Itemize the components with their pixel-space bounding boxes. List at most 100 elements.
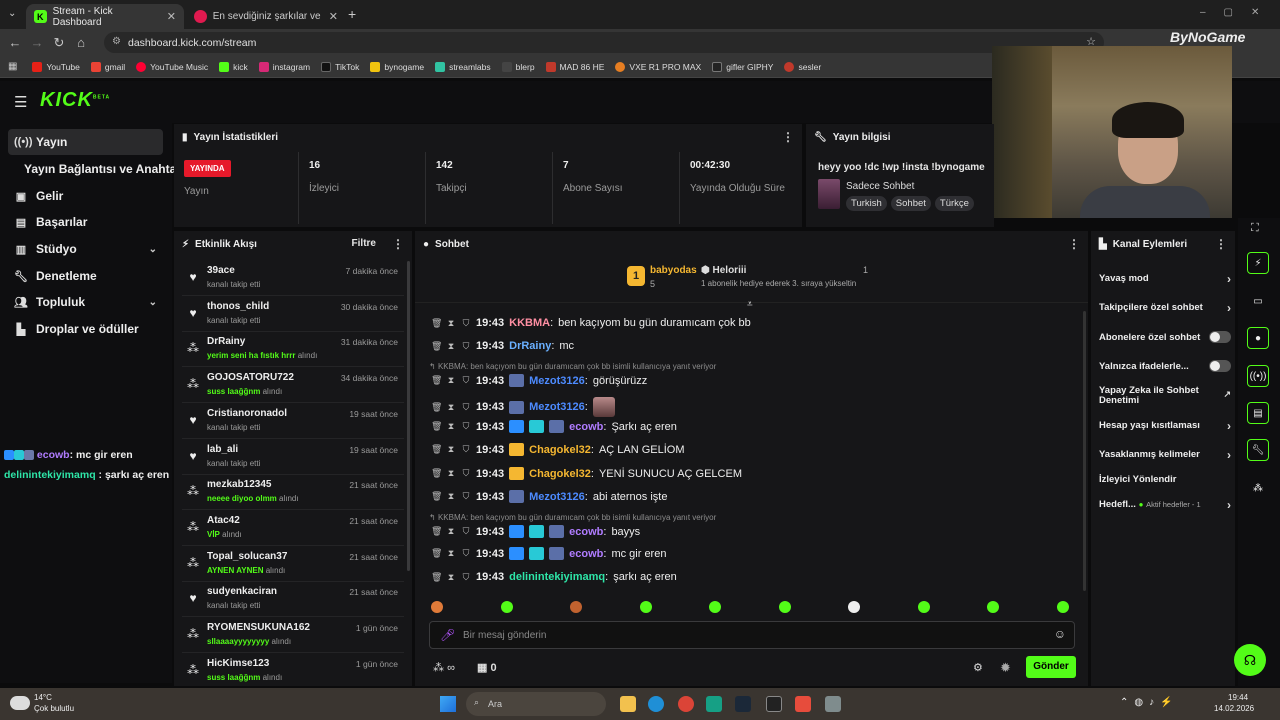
close-tab-icon[interactable]: ✕ [329,10,338,23]
activity-username[interactable]: HicKimse123 [207,658,269,669]
activity-item[interactable]: ⁂ RYOMENSUKUNA162 sllaaaayyyyyyyy alındı 1 … [182,618,404,653]
tag[interactable]: Türkçe [934,196,974,211]
home-icon[interactable]: ⌂ [70,35,92,50]
sidebar-item-achievements[interactable]: ▤ Başarılar [8,209,163,235]
app-icon[interactable] [825,696,841,712]
chat-username[interactable]: KKBMA [509,317,550,329]
ban-icon[interactable]: ⛉ [461,341,471,352]
reload-icon[interactable]: ↻ [48,35,70,51]
sidebar-item-drops[interactable]: ▙ Droplar ve ödüller [8,316,163,342]
emote-shortcut-icon[interactable] [431,601,443,613]
activity-username[interactable]: lab_ali [207,444,238,455]
action-account-age[interactable]: Hesap yaşı kısıtlaması › [1099,419,1231,433]
chat-message[interactable]: 🗑︎ ⧗ ⛉ 19:43 DrRainy: mc [431,340,574,352]
ban-icon[interactable]: ⛉ [461,491,471,502]
timeout-icon[interactable]: ⧗ [446,491,456,502]
quick-action-studio-icon[interactable]: ▤ [1247,402,1269,424]
bookmark-tiktok[interactable]: TikTok [321,61,359,72]
timeout-icon[interactable]: ⧗ [446,572,456,583]
scrollbar[interactable] [407,261,410,571]
activity-item[interactable]: ♥ Cristianoronadol kanalı takip etti 19 saa… [182,404,404,439]
quick-action-points-icon[interactable]: ⁂ [1247,477,1269,499]
forward-icon[interactable]: → [26,35,48,50]
ban-icon[interactable]: ⛉ [461,402,471,413]
timeout-icon[interactable]: ⧗ [446,444,456,455]
delete-icon[interactable]: 🗑︎ [431,572,442,583]
leader-user-2[interactable]: ⬢ Heloriii [701,265,746,276]
store-icon[interactable] [706,696,722,712]
activity-item[interactable]: ♥ thonos_child kanalı takip etti 30 dakika … [182,297,404,332]
delete-icon[interactable]: 🗑︎ [431,444,442,455]
delete-icon[interactable]: 🗑︎ [431,421,442,432]
chat-username[interactable]: ecowb [569,526,603,538]
menu-hamburger-icon[interactable]: ☰ [14,93,27,111]
new-tab-button[interactable]: + [348,6,356,22]
send-button[interactable]: Gönder [1026,656,1076,678]
chat-message[interactable]: 🗑︎ ⧗ ⛉ 19:43 ecowb: mc gir eren [431,547,666,560]
chat-username[interactable]: Mezot3126 [529,375,585,387]
timeout-icon[interactable]: ⧗ [446,468,456,479]
activity-item[interactable]: ♥ 39ace kanalı takip etti 7 dakika önce [182,261,404,296]
channel-points[interactable]: ⁂ ∞ [433,661,455,674]
close-tab-icon[interactable]: ✕ [167,10,176,23]
timeout-icon[interactable]: ⧗ [446,421,456,432]
activity-username[interactable]: 39ace [207,265,235,276]
tab-search-icon[interactable]: ⌄ [8,8,16,19]
delete-icon[interactable]: 🗑︎ [431,318,442,329]
emote-shortcut-icon[interactable] [709,601,721,613]
timeout-icon[interactable]: ⧗ [446,526,456,537]
chat-input-box[interactable]: 🎤︎ Bir mesaj gönderin ☺ [429,621,1075,649]
sidebar-item-community[interactable]: 👥︎ Topluluk ⌄ [8,289,163,315]
chat-username[interactable]: Chagokel32 [529,468,591,480]
action-followers-only[interactable]: Takipçilere özel sohbet › [1099,301,1231,315]
ban-icon[interactable]: ⛉ [461,421,471,432]
emote-shortcut-icon[interactable] [1056,601,1069,613]
microphone-icon[interactable]: 🎤︎ [440,628,455,642]
chat-message[interactable]: 🗑︎ ⧗ ⛉ 19:43 Mezot3126: görüşürüzz [431,374,647,387]
chat-message[interactable]: 🗑︎ ⧗ ⛉ 19:43 Chagokel32: YENİ SUNUCU AÇ GELCE… [431,467,742,480]
activity-username[interactable]: Topal_solucan37 [207,551,287,562]
weather-desc[interactable]: Çok bulutlu [34,704,74,713]
sidebar-item-revenue[interactable]: ▣ Gelir [8,183,163,209]
site-info-icon[interactable]: ⚙ [112,36,121,47]
tab-kick-dashboard[interactable]: K Stream - Kick Dashboard ✕ [26,4,184,29]
chat-username[interactable]: Chagokel32 [529,444,591,456]
action-ai-moderation[interactable]: Yapay Zeka ile Sohbet Denetimi ↗ [1099,386,1231,406]
bookmark-instagram[interactable]: instagram [258,61,310,72]
mod-tools-icon[interactable]: ✹ [1000,660,1011,676]
scrollbar[interactable] [1083,311,1086,591]
bookmark-sesler[interactable]: sesler [784,61,821,72]
action-emotes-only[interactable]: Yalnızca ifadelerle... [1099,360,1231,372]
quick-action-broadcast-icon[interactable]: ((•)) [1247,365,1269,387]
kick-logo[interactable]: KICKBETA [40,89,110,112]
timeout-icon[interactable]: ⧗ [446,402,456,413]
chat-message[interactable]: 🗑︎ ⧗ ⛉ 19:43 Mezot3126: [431,397,615,417]
delete-icon[interactable]: 🗑︎ [431,491,442,502]
activity-username[interactable]: sudyenkaciran [207,586,277,597]
bookmark-youtube-music[interactable]: YouTube Music [136,61,208,72]
category-label[interactable]: Sadece Sohbet [846,181,914,192]
chat-username[interactable]: delinintekiyimamq [509,571,605,583]
system-tray-icons[interactable]: ⌃◍♪⚡ [1120,697,1179,708]
window-controls[interactable]: –▢✕ [1200,7,1277,18]
activity-username[interactable]: Cristianoronadol [207,408,287,419]
toggle-switch[interactable] [1209,360,1231,372]
gift-counter[interactable]: ▦ 0 [477,661,497,674]
quick-action-wrench-icon[interactable]: 🔧︎ [1247,439,1269,461]
emote-shortcut-icon[interactable] [848,601,860,613]
clock-date[interactable]: 14.02.2026 [1214,704,1254,713]
bookmark-blerp[interactable]: blerp [501,61,535,72]
bookmark-vxe[interactable]: VXE R1 PRO MAX [615,61,701,72]
activity-item[interactable]: ⁂ DrRainy yerim seni ha fıstık hrrr alındı… [182,332,404,368]
bookmark-youtube[interactable]: YouTube [32,61,80,72]
collapse-pin-icon[interactable]: ⩡ [747,299,753,310]
ban-icon[interactable]: ⛉ [461,375,471,386]
more-options-icon[interactable]: ⋮ [782,130,794,144]
activity-username[interactable]: mezkab12345 [207,479,272,490]
sidebar-item-stream[interactable]: ((•)) Yayın [8,129,163,155]
steam-icon[interactable] [735,696,751,712]
more-options-icon[interactable]: ⋮ [1215,237,1227,251]
emote-shortcut-icon[interactable] [570,601,582,613]
ban-icon[interactable]: ⛉ [461,548,471,559]
chrome-icon[interactable] [678,696,694,712]
